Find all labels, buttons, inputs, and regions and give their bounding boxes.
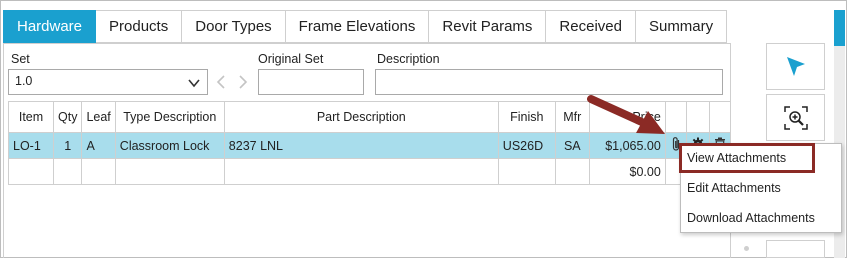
cell-finish: US26D: [497, 132, 556, 159]
description-input[interactable]: [375, 69, 723, 95]
chevron-left-icon: [216, 75, 225, 89]
cell-qty: [52, 158, 83, 185]
col-finish[interactable]: Finish: [497, 101, 556, 133]
cell-price: $0.00: [588, 158, 666, 185]
highlight-box: [679, 143, 815, 173]
tab-bar: Hardware Products Door Types Frame Eleva…: [3, 10, 728, 43]
select-tool-button[interactable]: [766, 43, 825, 90]
set-nav-arrows: [216, 75, 248, 89]
set-value: 1.0: [15, 74, 33, 88]
tab-frame-elevations[interactable]: Frame Elevations: [285, 10, 430, 43]
table-row[interactable]: $0.00: [8, 158, 731, 185]
cell-part-description: [223, 158, 499, 185]
original-set-input[interactable]: [258, 69, 364, 95]
cell-item: LO-1: [8, 132, 54, 159]
table-row[interactable]: LO-1 1 A Classroom Lock 8237 LNL US26D S…: [8, 132, 731, 159]
chevron-down-icon: [188, 79, 200, 88]
table-header: Item Qty Leaf Type Description Part Desc…: [8, 101, 731, 133]
cell-type-description: Classroom Lock: [114, 132, 225, 159]
tab-products[interactable]: Products: [96, 10, 183, 43]
set-select[interactable]: 1.0: [8, 69, 208, 95]
col-price[interactable]: Price: [588, 101, 666, 133]
menu-item-edit-attachments[interactable]: Edit Attachments: [687, 181, 781, 195]
cell-leaf: A: [81, 132, 116, 159]
cell-price: $1,065.00: [588, 132, 666, 159]
scrollbar-thumb[interactable]: [834, 10, 845, 46]
description-label: Description: [377, 52, 440, 66]
zoom-extents-button[interactable]: [766, 94, 825, 141]
col-item[interactable]: Item: [8, 101, 54, 133]
hardware-table: Item Qty Leaf Type Description Part Desc…: [8, 101, 731, 185]
col-attach: [664, 101, 687, 133]
cell-qty: 1: [52, 132, 83, 159]
chevron-right-icon: [239, 75, 248, 89]
cell-mfr: SA: [554, 132, 590, 159]
set-label: Set: [11, 52, 30, 66]
cursor-arrow-icon: [786, 56, 805, 76]
cell-type-description: [114, 158, 225, 185]
original-set-label: Original Set: [258, 52, 324, 66]
dot-indicator: [744, 246, 749, 251]
tab-hardware[interactable]: Hardware: [3, 10, 97, 43]
col-settings: [685, 101, 710, 133]
col-qty[interactable]: Qty: [52, 101, 83, 133]
cell-item: [8, 158, 54, 185]
cell-part-description: 8237 LNL: [223, 132, 499, 159]
col-delete: [708, 101, 731, 133]
toolbar-button-partial[interactable]: [766, 240, 825, 258]
tab-received[interactable]: Received: [546, 10, 636, 43]
cell-finish: [497, 158, 556, 185]
col-part-description[interactable]: Part Description: [223, 101, 499, 133]
zoom-fit-icon: [783, 105, 808, 130]
col-type-description[interactable]: Type Description: [114, 101, 225, 133]
tab-summary[interactable]: Summary: [635, 10, 728, 43]
tab-door-types[interactable]: Door Types: [182, 10, 286, 43]
col-mfr[interactable]: Mfr: [554, 101, 590, 133]
cell-mfr: [554, 158, 590, 185]
menu-item-download-attachments[interactable]: Download Attachments: [687, 211, 815, 225]
col-leaf[interactable]: Leaf: [81, 101, 116, 133]
tab-revit-params[interactable]: Revit Params: [429, 10, 547, 43]
cell-leaf: [81, 158, 116, 185]
